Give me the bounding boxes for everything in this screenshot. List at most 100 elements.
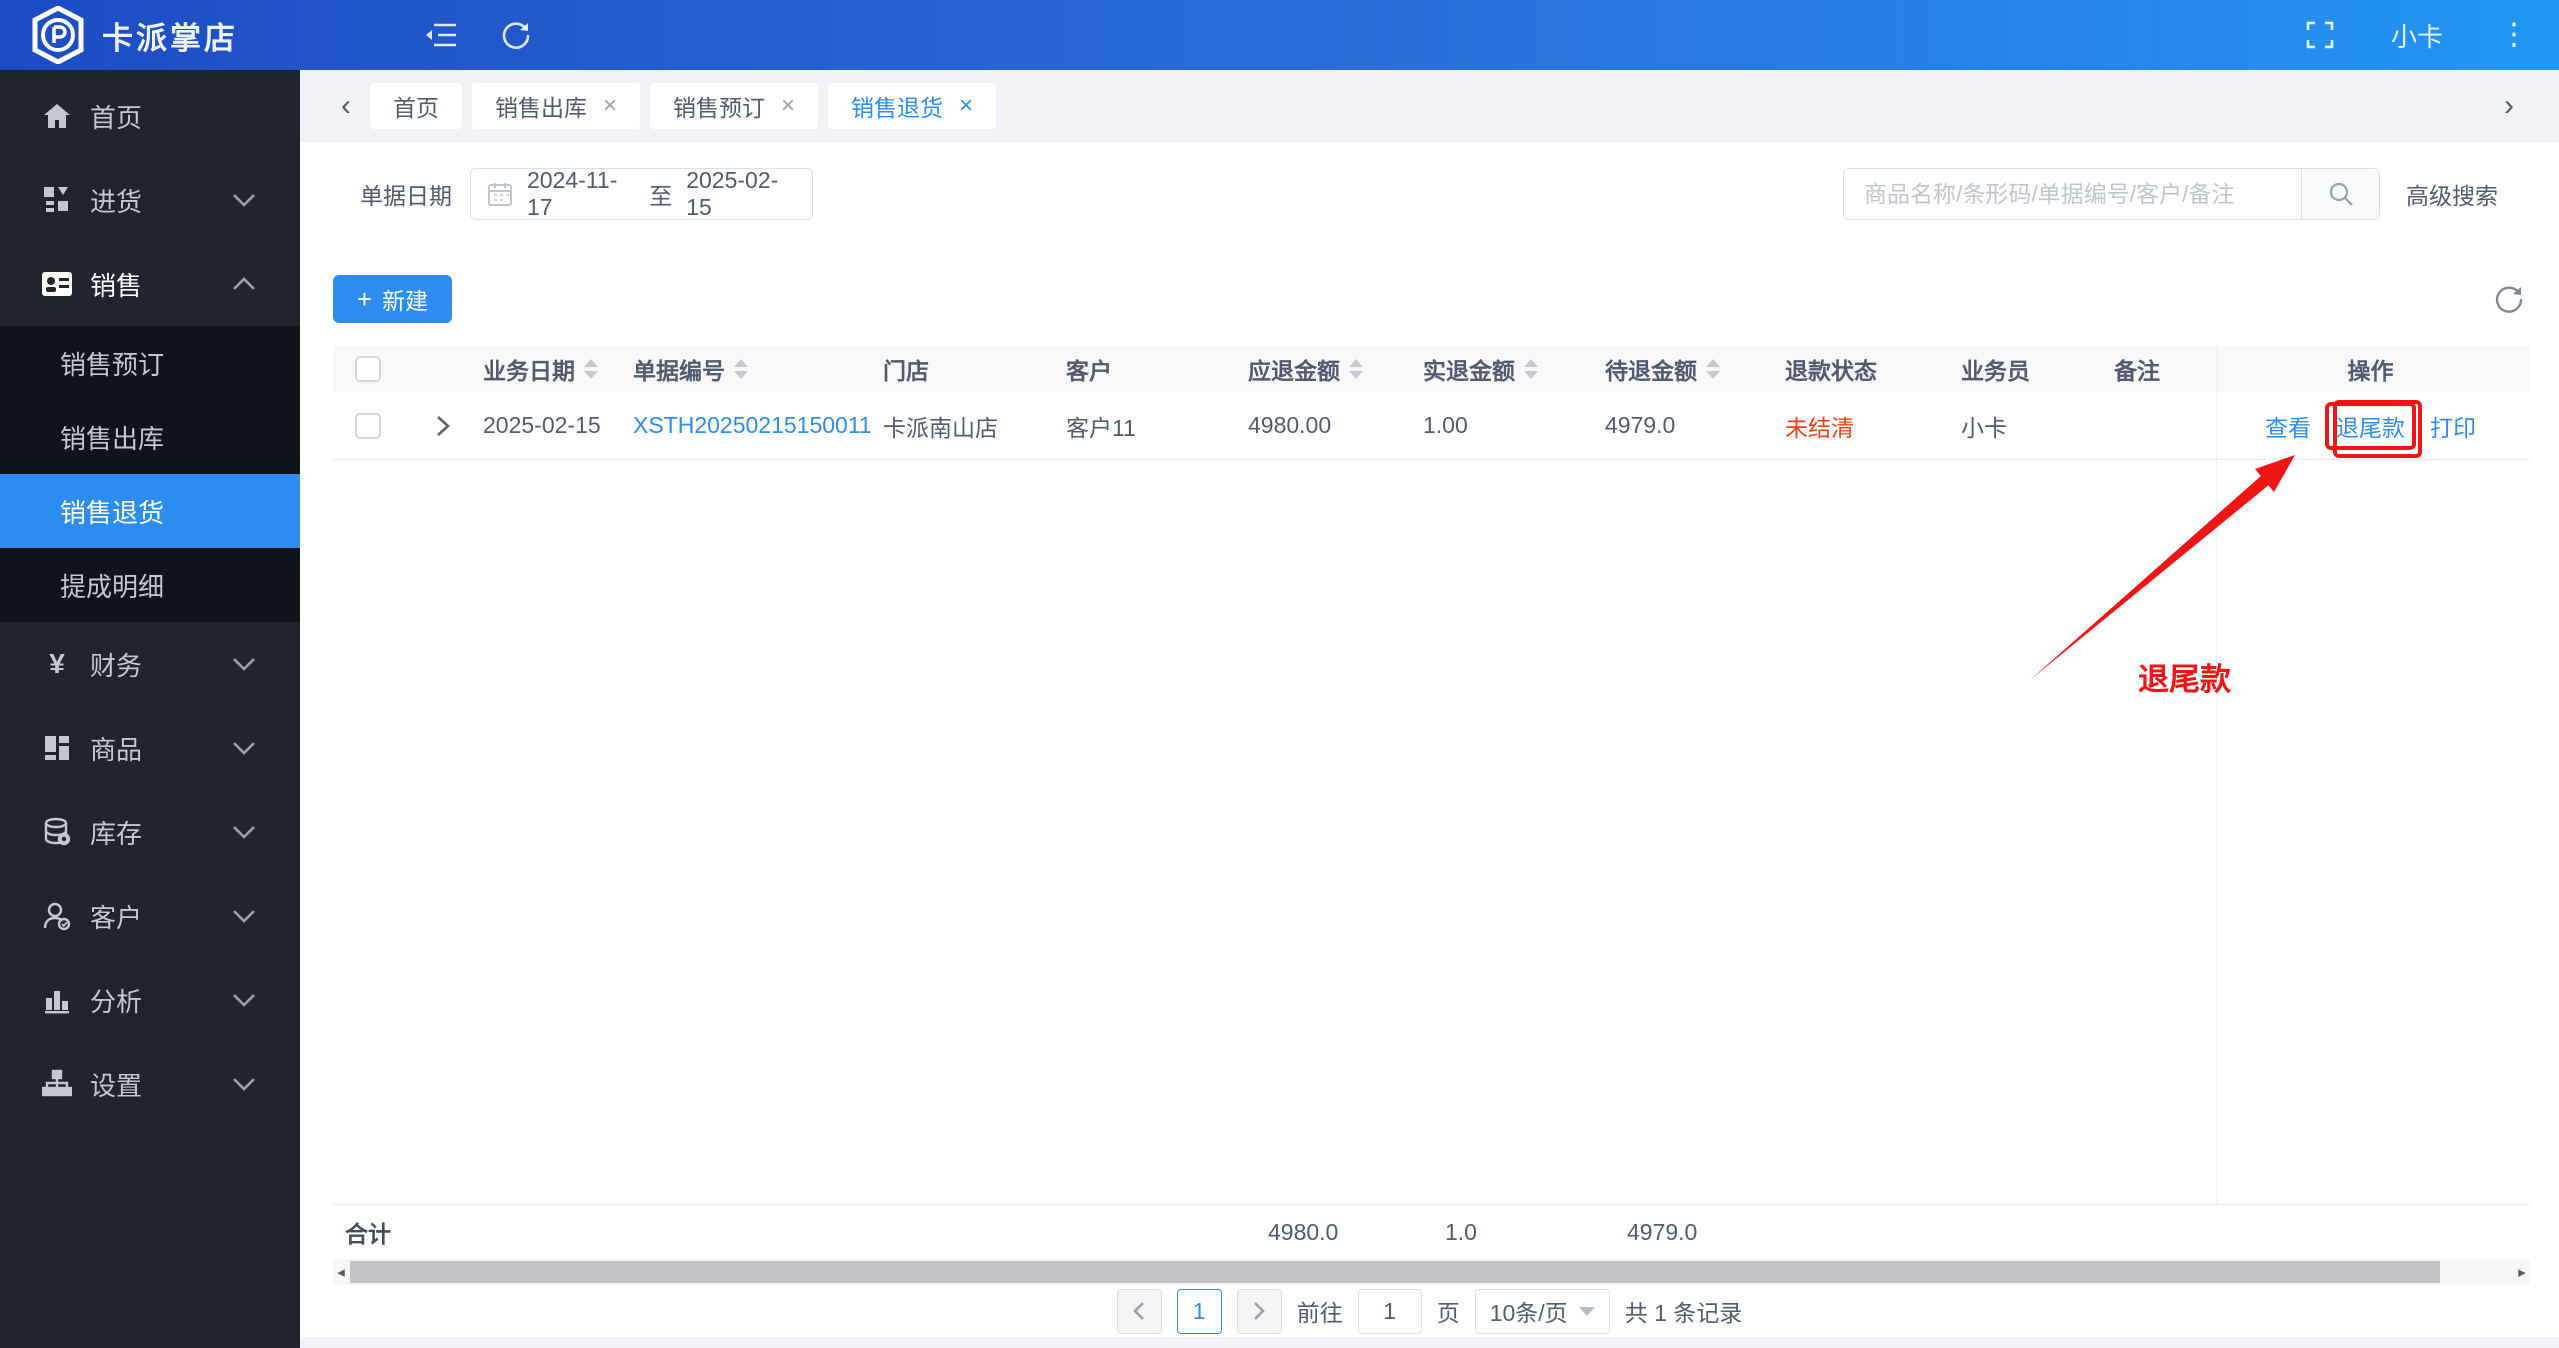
doc-no-link[interactable]: XSTH20250215150011 <box>633 412 872 439</box>
search-input[interactable] <box>1844 169 2301 219</box>
close-tab-icon[interactable]: × <box>959 94 973 118</box>
next-page-button[interactable] <box>1236 1288 1282 1334</box>
column-header-actions: 操作 <box>2214 351 2527 386</box>
chevron-down-icon <box>232 909 256 923</box>
tab-sales-outbound[interactable]: 销售出库 × <box>472 83 641 129</box>
refund-balance-action-link[interactable]: 退尾款 <box>2325 401 2416 450</box>
fullscreen-icon[interactable] <box>2305 20 2335 50</box>
row-checkbox[interactable] <box>355 412 381 439</box>
table-totals-row: 合计 4980.0 1.0 4979.0 <box>333 1204 2530 1259</box>
select-all-checkbox[interactable] <box>355 355 381 382</box>
expand-row-icon[interactable] <box>433 413 453 439</box>
refresh-table-icon[interactable] <box>2493 283 2525 315</box>
cell-refund-due: 4980.00 <box>1248 412 1332 438</box>
cell-customer: 客户11 <box>1066 414 1136 441</box>
sidebar-item-label: 首页 <box>90 102 143 133</box>
refund-status-badge: 未结清 <box>1785 414 1854 441</box>
cell-refund-pending: 4979.0 <box>1605 412 1676 438</box>
close-tab-icon[interactable]: × <box>603 94 617 118</box>
view-action-link[interactable]: 查看 <box>2265 409 2311 443</box>
sidebar-item-settings[interactable]: 设置 <box>0 1042 300 1126</box>
total-records-label: 共 1 条记录 <box>1624 1300 1743 1326</box>
subitem-label: 销售出库 <box>60 423 165 454</box>
sidebar-item-goods[interactable]: 商品 <box>0 706 300 790</box>
page-size-select[interactable]: 10条/页 <box>1474 1288 1610 1334</box>
sidebar-subitem-sales-return[interactable]: 销售退货 <box>0 474 300 548</box>
sort-carets-icon[interactable] <box>734 358 748 379</box>
column-header-refund-pending[interactable]: 待退金额 <box>1605 352 1785 386</box>
sort-carets-icon[interactable] <box>1706 358 1720 379</box>
sidebar-subitem-sales-reserve[interactable]: 销售预订 <box>0 326 300 400</box>
tabs-scroll-left[interactable]: ‹ <box>332 89 360 123</box>
brand-title: 卡派掌店 <box>102 20 238 56</box>
tab-label: 销售出库 <box>495 95 587 121</box>
sidebar-subitem-sales-outbound[interactable]: 销售出库 <box>0 400 300 474</box>
sidebar-item-inventory[interactable]: 库存 <box>0 790 300 874</box>
goods-icon <box>40 734 74 762</box>
scrollbar-right-arrow[interactable]: ▸ <box>2514 1259 2530 1285</box>
sales-submenu: 销售预订 销售出库 销售退货 提成明细 <box>0 326 300 622</box>
sidebar-item-label: 销售 <box>90 270 143 301</box>
sales-icon <box>40 271 74 297</box>
prev-page-button[interactable] <box>1116 1288 1162 1334</box>
sort-carets-icon[interactable] <box>1349 358 1363 379</box>
sidebar-item-sales[interactable]: 销售 <box>0 242 300 326</box>
column-header-biz-date[interactable]: 业务日期 <box>483 352 633 386</box>
totals-label: 合计 <box>345 1221 391 1247</box>
sidebar-item-purchase[interactable]: 进货 <box>0 158 300 242</box>
refresh-page-icon[interactable] <box>500 19 532 51</box>
column-header-refund-status: 退款状态 <box>1785 352 1961 386</box>
sidebar-item-finance[interactable]: ¥ 财务 <box>0 622 300 706</box>
header-label: 备注 <box>2114 357 2160 384</box>
sidebar-item-customers[interactable]: 客户 <box>0 874 300 958</box>
tab-sales-reserve[interactable]: 销售预订 × <box>650 83 819 129</box>
tab-sales-return[interactable]: 销售退货 × <box>828 83 997 129</box>
sort-carets-icon[interactable] <box>1524 358 1538 379</box>
sort-carets-icon[interactable] <box>584 358 598 379</box>
print-action-link[interactable]: 打印 <box>2430 409 2476 443</box>
sales-return-table: 业务日期 单据编号 门店 客户 应退金额 实退金额 待退金额 退款状态 业务员 … <box>333 345 2530 1204</box>
date-filter-label: 单据日期 <box>360 183 452 209</box>
brand-logo-icon <box>30 6 86 64</box>
new-button[interactable]: + 新建 <box>333 275 452 323</box>
collapse-menu-icon[interactable] <box>424 20 458 50</box>
sidebar-subitem-commission-detail[interactable]: 提成明细 <box>0 548 300 622</box>
date-separator: 至 <box>649 183 673 209</box>
sidebar-item-label: 进货 <box>90 186 143 217</box>
scrollbar-left-arrow[interactable]: ◂ <box>333 1259 349 1285</box>
header-label: 单据编号 <box>633 357 725 384</box>
column-header-refund-actual[interactable]: 实退金额 <box>1423 352 1605 386</box>
home-icon <box>40 102 74 130</box>
tab-label: 销售退货 <box>851 95 944 121</box>
date-start: 2024-11-17 <box>527 167 618 220</box>
scrollbar-thumb[interactable] <box>350 1261 2440 1283</box>
sidebar-item-label: 设置 <box>90 1070 143 1101</box>
advanced-search-link[interactable]: 高级搜索 <box>2406 177 2498 211</box>
column-header-doc-no[interactable]: 单据编号 <box>633 352 883 386</box>
current-user[interactable]: 小卡 <box>2391 17 2443 54</box>
goto-page-input[interactable] <box>1357 1288 1422 1334</box>
bottom-strip <box>300 1337 2559 1348</box>
customer-icon <box>40 901 74 931</box>
date-range-picker[interactable]: 2024-11-17 至 2025-02-15 <box>470 167 813 220</box>
chevron-down-icon <box>232 1077 256 1091</box>
sidebar-item-analysis[interactable]: 分析 <box>0 958 300 1042</box>
sidebar-item-label: 库存 <box>90 818 143 849</box>
tab-home[interactable]: 首页 <box>370 83 462 129</box>
cell-store: 卡派南山店 <box>883 414 998 441</box>
page-number-button[interactable]: 1 <box>1176 1288 1222 1334</box>
column-header-refund-due[interactable]: 应退金额 <box>1248 352 1423 386</box>
totals-refund-pending: 4979.0 <box>1627 1218 1698 1245</box>
column-header-store: 门店 <box>883 352 1066 386</box>
search-button[interactable] <box>2301 169 2379 219</box>
column-header-salesperson: 业务员 <box>1961 352 2114 386</box>
cell-biz-date: 2025-02-15 <box>483 412 601 438</box>
close-tab-icon[interactable]: × <box>781 94 795 118</box>
sidebar-item-home[interactable]: 首页 <box>0 74 300 158</box>
more-menu-icon[interactable]: ⋮ <box>2499 20 2529 50</box>
tabs-scroll-right[interactable]: › <box>2495 89 2523 123</box>
table-row: 2025-02-15 XSTH20250215150011 卡派南山店 客户11… <box>333 392 2530 460</box>
fixed-column-divider <box>2216 345 2217 1204</box>
chevron-down-icon <box>232 993 256 1007</box>
totals-refund-due: 4980.0 <box>1268 1218 1339 1245</box>
